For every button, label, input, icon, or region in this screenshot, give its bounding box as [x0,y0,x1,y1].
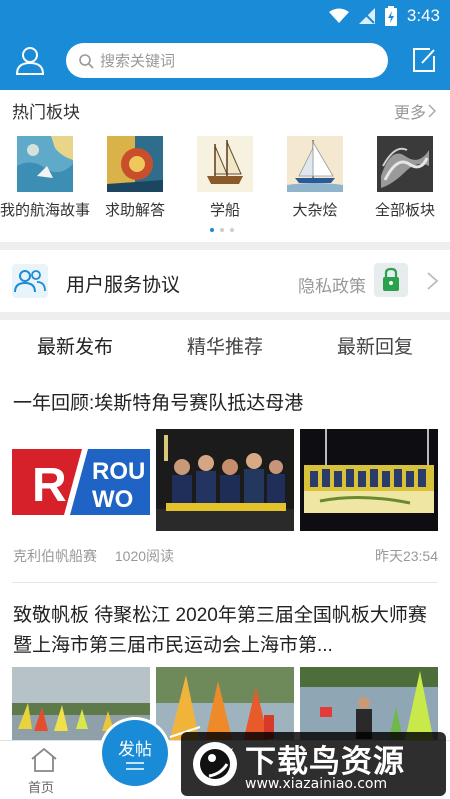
section-divider [0,312,450,320]
hot-boards-title: 热门板块 [12,103,80,122]
signal-off-icon [358,8,375,24]
compose-button[interactable] [410,46,438,74]
tab-latest[interactable]: 最新发布 [0,332,150,359]
status-icons: 3:43 [328,6,440,26]
privacy-policy-label[interactable]: 隐私政策 [298,272,366,297]
board-label: 全部板块 [374,202,435,219]
search-placeholder: 搜索关键词 [100,53,176,70]
watermark-url: www.xiazainiao.com [245,776,388,792]
search-input[interactable]: 搜索关键词 [66,43,388,78]
app-screen: 3:43 搜索关键词 热门板块 更多 我的航海故事 求助解答 学船 大杂烩 全部… [0,0,450,799]
post-title[interactable]: 致敬帆板 待聚松江 2020年第三届全国帆板大师赛暨上海市第三届市民运动会上海市… [13,601,437,661]
board-image-compass-art [107,136,163,192]
search-icon [79,53,94,69]
post-read-count: 1020阅读 [114,548,175,564]
battery-charging-icon [384,6,397,26]
board-image-sailboat [287,136,343,192]
board-item[interactable]: 求助解答 [90,136,180,222]
board-image-metal-sculpture [377,136,433,192]
user-agreement-label: 用户服务协议 [66,275,181,296]
board-label: 求助解答 [104,202,165,219]
feed-tabs: 最新发布 精华推荐 最新回复 [0,320,450,368]
menu-lines-icon [126,762,144,770]
post-meta: 克利伯帆船赛 1020阅读 [13,546,174,566]
board-item[interactable]: 大杂烩 [270,136,360,222]
section-divider [0,242,450,250]
post-thumbnail[interactable] [156,429,294,531]
status-time: 3:43 [406,6,440,25]
post-thumbnail[interactable]: R ROU WO [12,429,150,531]
post-thumbnails: R ROU WO [12,429,438,531]
agreement-row[interactable]: 用户服务协议 隐私政策 [0,250,450,312]
board-label: 学船 [209,202,240,219]
user-icon [15,47,45,75]
user-avatar-button[interactable] [14,44,46,76]
watermark: 下载鸟资源 www.xiazainiao.com [181,732,446,796]
bird-logo-icon [193,742,237,786]
chevron-right-icon [427,272,439,290]
thumb-text-line-2: WO [92,486,133,513]
more-label: 更多 [393,105,426,122]
home-label: 首页 [28,780,55,795]
post-source[interactable]: 克利伯帆船赛 [13,548,97,564]
board-image-sailing-ship [197,136,253,192]
home-icon [31,747,57,772]
hot-boards-list: 我的航海故事 求助解答 学船 大杂烩 全部板块 [0,136,450,222]
post-separator [12,582,438,583]
carousel-page-indicator [210,228,234,232]
new-post-button[interactable]: 发帖 [102,720,168,786]
board-item[interactable]: 全部板块 [360,136,450,222]
board-item[interactable]: 我的航海故事 [0,136,90,222]
page-dot [220,228,224,232]
board-label: 大杂烩 [292,202,338,219]
post-thumbnail[interactable] [300,429,438,531]
page-dot-active [210,228,214,232]
board-image-nautical-map [17,136,73,192]
edit-icon [413,48,435,72]
post-time: 昨天23:54 [374,548,438,564]
watermark-title: 下载鸟资源 [245,744,405,780]
chevron-right-icon [428,104,436,118]
new-post-label: 发帖 [118,740,152,759]
lock-icon [374,263,408,297]
page-dot [230,228,234,232]
post-title[interactable]: 一年回顾:埃斯特角号赛队抵达母港 [13,389,437,419]
tab-featured[interactable]: 精华推荐 [150,332,300,359]
top-header: 3:43 搜索关键词 [0,0,450,90]
thumb-text-line-1: ROU [92,458,145,485]
board-label: 我的航海故事 [0,202,91,219]
status-bar: 3:43 [0,0,450,32]
board-item[interactable]: 学船 [180,136,270,222]
hot-boards-more-link[interactable]: 更多 [394,99,436,123]
users-icon [12,264,48,298]
wifi-icon [328,8,349,23]
thumb-text-r: R [32,459,67,512]
tab-latest-replies[interactable]: 最新回复 [300,332,450,359]
